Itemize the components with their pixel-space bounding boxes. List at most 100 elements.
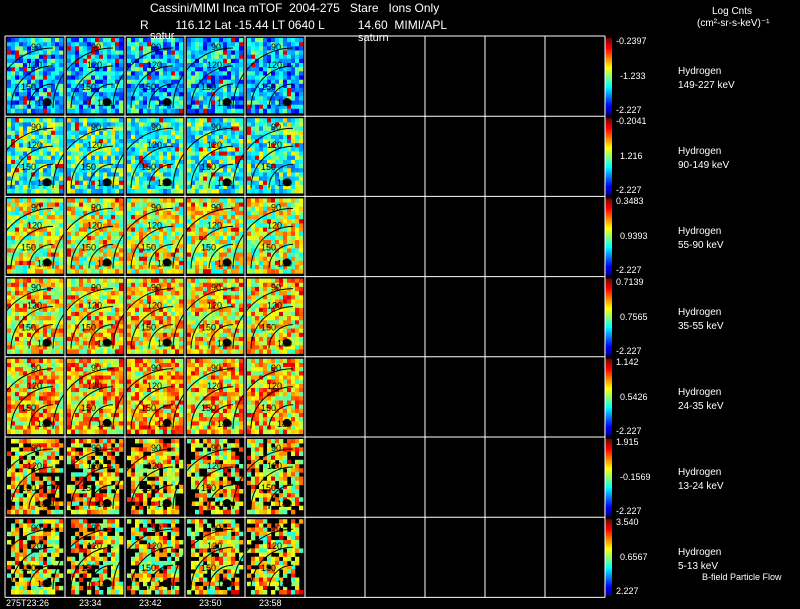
contour-label: 90 bbox=[151, 283, 161, 293]
contour-label: 120 bbox=[27, 541, 42, 551]
title-line-1: Cassini/MIMI Inca mTOF 2004-275 Stare Io… bbox=[150, 1, 440, 15]
contour-label: 180 bbox=[277, 98, 292, 108]
contour-label: 90 bbox=[151, 443, 161, 453]
species-label: Hydrogen bbox=[678, 467, 722, 478]
colorbar bbox=[605, 278, 612, 356]
contour-label: 180 bbox=[37, 499, 52, 509]
contour-label: 120 bbox=[207, 461, 222, 471]
contour-label: 90 bbox=[31, 122, 41, 132]
contour-label: 90 bbox=[271, 363, 281, 373]
saturn-label-right: saturn bbox=[358, 32, 389, 44]
contour-label: 90 bbox=[31, 363, 41, 373]
contour-label: 90 bbox=[91, 122, 101, 132]
contour-label: 180 bbox=[157, 499, 172, 509]
contour-label: 120 bbox=[87, 60, 102, 70]
colorbar-max-label: 3.540 bbox=[616, 517, 639, 528]
colorbar-mid-label: 0.7565 bbox=[620, 311, 648, 322]
contour-label: 120 bbox=[267, 541, 282, 551]
contour-label: 120 bbox=[87, 220, 102, 230]
contour-label: 120 bbox=[207, 60, 222, 70]
contour-label: 180 bbox=[97, 419, 112, 429]
contour-label: 90 bbox=[271, 443, 281, 453]
contour-label: 90 bbox=[31, 523, 41, 533]
colorbar-max-label: 1.915 bbox=[616, 437, 639, 447]
contour-label: 120 bbox=[147, 541, 162, 551]
contour-label: 180 bbox=[37, 579, 52, 589]
contour-label: 180 bbox=[217, 419, 232, 429]
contour-label: 120 bbox=[207, 381, 222, 391]
contour-label: 120 bbox=[267, 301, 282, 311]
contour-label: 120 bbox=[27, 220, 42, 230]
contour-label: 150 bbox=[21, 242, 36, 252]
contour-label: 120 bbox=[87, 381, 102, 391]
title-line-2: R 116.12 Lat -15.44 LT 0640 L 14.60 MIMI… bbox=[140, 18, 448, 32]
colorbar-mid-label: 0.6567 bbox=[620, 552, 648, 563]
time-label: 23:42 bbox=[139, 598, 162, 608]
contour-label: 90 bbox=[271, 283, 281, 293]
contour-label: 180 bbox=[37, 339, 52, 349]
contour-label: 120 bbox=[147, 220, 162, 230]
contour-label: 150 bbox=[261, 403, 276, 413]
contour-label: 120 bbox=[147, 60, 162, 70]
contour-label: 150 bbox=[201, 82, 216, 92]
species-label: Hydrogen bbox=[678, 306, 722, 318]
contour-label: 90 bbox=[211, 523, 221, 533]
contour-label: 90 bbox=[211, 42, 221, 52]
colorbar-min-label: -2.227 bbox=[616, 425, 642, 436]
contour-label: 150 bbox=[141, 162, 156, 172]
colorbar-max-label: 0.7139 bbox=[616, 276, 644, 287]
contour-label: 90 bbox=[31, 443, 41, 453]
contour-label: 150 bbox=[21, 563, 36, 573]
colorbar-mid-label: 0.9393 bbox=[620, 231, 648, 242]
contour-label: 180 bbox=[277, 178, 292, 188]
contour-label: 180 bbox=[157, 178, 172, 188]
contour-label: 180 bbox=[37, 178, 52, 188]
colorbar-min-label: -2.227 bbox=[616, 105, 642, 115]
contour-label: 150 bbox=[21, 82, 36, 92]
contour-label: 120 bbox=[267, 60, 282, 70]
contour-label: 120 bbox=[267, 140, 282, 150]
contour-label: 120 bbox=[267, 220, 282, 230]
colorbar bbox=[605, 198, 612, 275]
colorbar bbox=[605, 118, 612, 195]
contour-label: 150 bbox=[141, 82, 156, 92]
contour-label: 120 bbox=[87, 461, 102, 471]
species-label: Hydrogen bbox=[678, 146, 722, 158]
contour-label: 180 bbox=[157, 258, 172, 268]
contour-label: 150 bbox=[81, 563, 96, 573]
colorbar-max-label: 0.3483 bbox=[616, 196, 644, 207]
contour-label: 90 bbox=[211, 122, 221, 132]
contour-label: 150 bbox=[141, 483, 156, 493]
contour-label: 120 bbox=[87, 140, 102, 150]
contour-label: 150 bbox=[201, 162, 216, 172]
contour-label: 90 bbox=[211, 283, 221, 293]
contour-label: 180 bbox=[97, 258, 112, 268]
saturn-label-left: satur bbox=[150, 30, 175, 42]
colorbar-min-label: -2.227 bbox=[616, 265, 642, 276]
contour-label: 180 bbox=[217, 499, 232, 509]
colorbar-max-label: 1.142 bbox=[616, 356, 639, 367]
colorbar-mid-label: 1.216 bbox=[620, 151, 643, 162]
contour-label: 180 bbox=[277, 579, 292, 589]
sector-image: 90 120 150180 bbox=[0, 358, 64, 435]
species-label: Hydrogen bbox=[678, 386, 722, 398]
contour-label: 150 bbox=[81, 403, 96, 413]
species-label: Hydrogen bbox=[678, 66, 722, 77]
colorbar bbox=[605, 358, 612, 436]
contour-label: 180 bbox=[157, 98, 172, 108]
energy-label: 35-55 keV bbox=[678, 320, 724, 332]
colorbar-mid-label: 0.5426 bbox=[620, 391, 648, 402]
colorbar-min-label: -2.227 bbox=[616, 506, 642, 516]
contour-label: 90 bbox=[211, 363, 221, 373]
contour-label: 180 bbox=[277, 419, 292, 429]
units-label: (cm²-sr-s-keV)⁻¹ bbox=[697, 18, 770, 29]
contour-label: 90 bbox=[211, 443, 221, 453]
colorbar-max-label: -0.2397 bbox=[616, 36, 647, 46]
contour-label: 150 bbox=[261, 483, 276, 493]
time-label: 275T23:26 bbox=[6, 598, 50, 608]
colorbar-min-label: -2.227 bbox=[616, 185, 642, 196]
contour-label: 150 bbox=[201, 242, 216, 252]
colorbar-mid-label: -1.233 bbox=[620, 71, 646, 81]
colorbar bbox=[605, 519, 612, 596]
colorbar-max-label: -0.2041 bbox=[616, 116, 647, 127]
